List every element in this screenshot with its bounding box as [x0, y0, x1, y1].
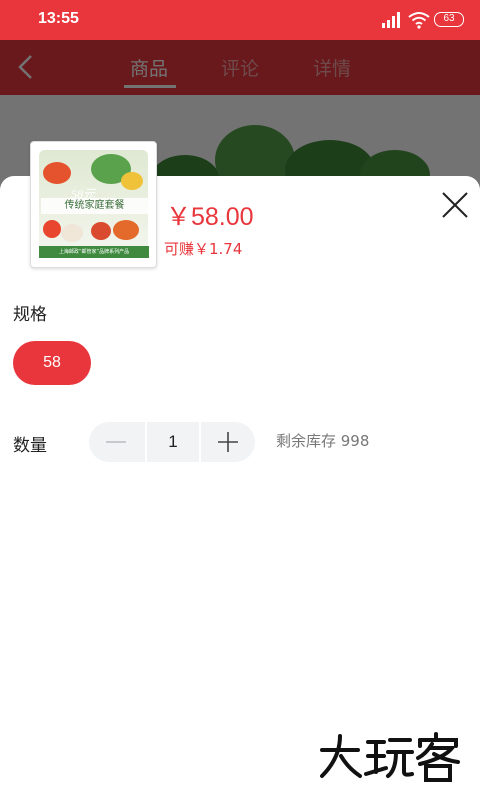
signal-icon	[382, 12, 400, 28]
commission-earn: 可赚￥1.74	[164, 240, 243, 258]
stock-remaining: 剩余库存 998	[276, 432, 370, 450]
product-thumbnail: 58元 传统家庭套餐 上海邮政“邮管家”品牌系列产品	[30, 141, 157, 268]
close-icon[interactable]	[440, 190, 470, 220]
quantity-label: 数量	[13, 436, 47, 456]
spec-label: 规格	[13, 305, 47, 325]
product-price: ￥58.00	[166, 203, 254, 231]
thumbnail-footer: 上海邮政“邮管家”品牌系列产品	[39, 246, 149, 258]
plus-icon[interactable]	[201, 422, 255, 462]
status-bar: 13:55 63	[0, 0, 480, 40]
status-time: 13:55	[38, 10, 79, 27]
spec-option-58[interactable]: 58	[13, 341, 91, 385]
sku-bottom-sheet	[0, 176, 480, 800]
quantity-stepper: 1	[89, 422, 255, 462]
thumbnail-caption: 传统家庭套餐	[41, 198, 148, 214]
wifi-icon	[408, 12, 430, 29]
minus-icon[interactable]	[89, 422, 143, 462]
quantity-value[interactable]: 1	[145, 422, 201, 462]
battery-icon: 63	[434, 12, 464, 27]
watermark-logo	[320, 732, 460, 782]
